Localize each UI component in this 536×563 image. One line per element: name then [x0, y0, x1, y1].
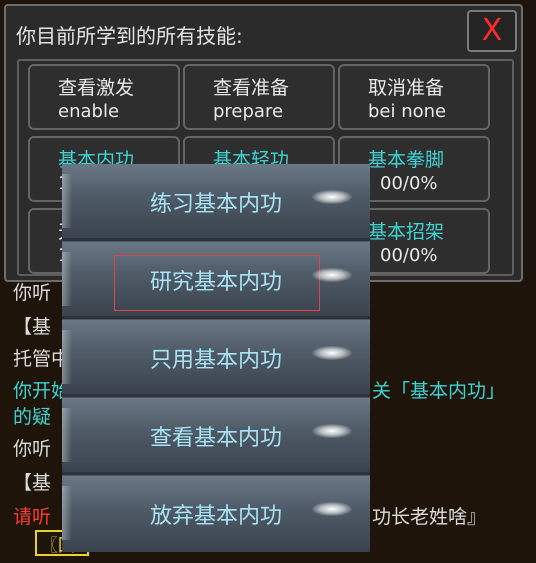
- button-command: bei none: [368, 101, 447, 122]
- skill-level: 00/0%: [380, 173, 438, 194]
- button-label: 取消准备: [368, 77, 445, 99]
- prepare-button[interactable]: 查看准备 prepare: [183, 64, 335, 130]
- menu-item-view[interactable]: 查看基本内功: [62, 398, 370, 475]
- log-line: 请听: [13, 506, 52, 528]
- cancel-prepare-button[interactable]: 取消准备 bei none: [338, 64, 490, 130]
- dialog-title: 你目前所学到的所有技能:: [16, 24, 243, 48]
- button-command: enable: [58, 101, 120, 122]
- enable-button[interactable]: 查看激发 enable: [28, 64, 180, 130]
- menu-highlight: [312, 346, 352, 360]
- menu-highlight: [312, 190, 352, 204]
- close-button[interactable]: X: [467, 10, 517, 52]
- log-line: 的疑: [13, 406, 52, 428]
- skill-name: 基本招架: [368, 221, 445, 243]
- log-line-fragment: 关「基本内功」: [372, 380, 506, 402]
- menu-highlight: [312, 268, 352, 282]
- log-line-fragment: 功长老姓啥』: [372, 506, 487, 528]
- menu-highlight: [312, 424, 352, 438]
- button-label: 查看准备: [213, 77, 290, 99]
- button-label: 查看激发: [58, 77, 135, 99]
- menu-highlight: [312, 502, 352, 516]
- menu-item-research[interactable]: 研究基本内功: [62, 242, 370, 319]
- button-command: prepare: [213, 101, 284, 122]
- menu-item-abandon[interactable]: 放弃基本内功: [62, 476, 370, 552]
- log-line: 你听: [13, 282, 52, 304]
- menu-item-use-only[interactable]: 只用基本内功: [62, 320, 370, 397]
- log-line: 【基: [13, 316, 52, 338]
- menu-item-practice[interactable]: 练习基本内功: [62, 164, 370, 241]
- skill-level: 00/0%: [380, 245, 438, 266]
- log-line: 【基: [13, 472, 52, 494]
- log-line: 你听: [13, 438, 52, 460]
- skill-context-menu: 练习基本内功 研究基本内功 只用基本内功 查看基本内功 放弃基本内功: [62, 164, 370, 552]
- skill-name: 基本拳脚: [368, 149, 445, 171]
